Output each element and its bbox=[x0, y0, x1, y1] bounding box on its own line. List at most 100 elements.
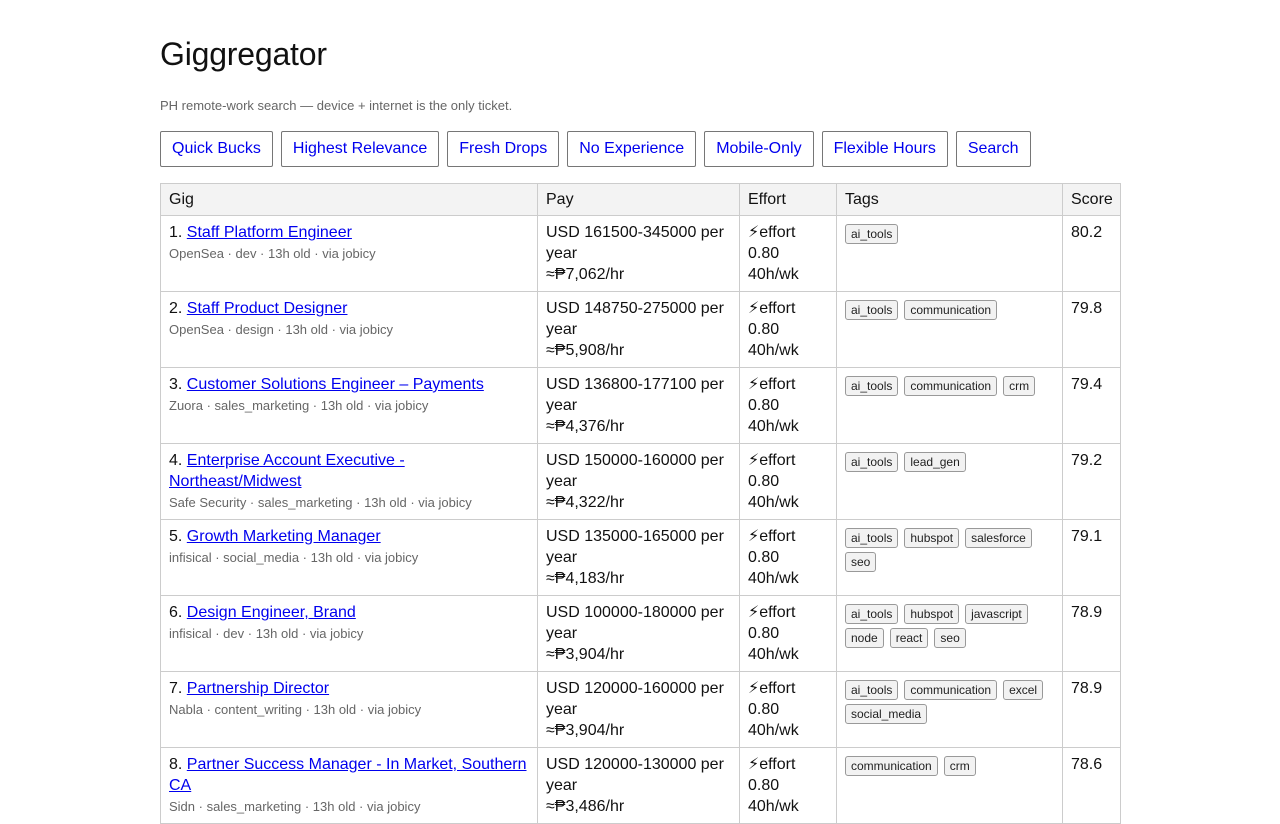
column-header-gig: Gig bbox=[160, 183, 538, 216]
flexible-hours-button[interactable]: Flexible Hours bbox=[821, 131, 948, 167]
effort-value: ⚡effort 0.80 bbox=[748, 680, 796, 718]
gig-rank: 6. bbox=[169, 604, 183, 621]
gig-title: 8. Partner Success Manager - In Market, … bbox=[169, 754, 529, 796]
tag-list: ai_tools lead_gen bbox=[845, 450, 1054, 472]
score-cell: 79.4 bbox=[1062, 367, 1121, 444]
tag-badge: communication bbox=[904, 680, 998, 700]
gig-title: 3. Customer Solutions Engineer – Payment… bbox=[169, 374, 529, 395]
gig-link[interactable]: Customer Solutions Engineer – Payments bbox=[187, 376, 484, 393]
tag-list: ai_tools hubspot salesforce seo bbox=[845, 526, 1054, 572]
tag-badge: ai_tools bbox=[845, 300, 899, 320]
gig-link[interactable]: Partner Success Manager - In Market, Sou… bbox=[169, 756, 527, 794]
tag-list: ai_tools communication bbox=[845, 298, 1054, 320]
highest-relevance-button[interactable]: Highest Relevance bbox=[280, 131, 440, 167]
hours-value: 40h/wk bbox=[748, 798, 799, 815]
fresh-drops-button[interactable]: Fresh Drops bbox=[447, 131, 560, 167]
tag-badge: communication bbox=[904, 376, 998, 396]
pay-cell: USD 136800-177100 per year ≈₱4,376/hr bbox=[537, 367, 740, 444]
tag-badge: communication bbox=[904, 300, 998, 320]
score-cell: 79.8 bbox=[1062, 291, 1121, 368]
gig-link[interactable]: Staff Platform Engineer bbox=[187, 224, 352, 241]
gig-cell: 8. Partner Success Manager - In Market, … bbox=[160, 747, 538, 824]
table-header-row: Gig Pay Effort Tags Score bbox=[160, 183, 1121, 216]
results-table: Gig Pay Effort Tags Score 1. Staff Platf… bbox=[160, 183, 1121, 824]
tag-badge: ai_tools bbox=[845, 376, 899, 396]
score-cell: 79.1 bbox=[1062, 519, 1121, 596]
pay-hourly: ≈₱3,486/hr bbox=[546, 798, 625, 815]
gig-link[interactable]: Enterprise Account Executive - Northeast… bbox=[169, 452, 405, 490]
gig-cell: 4. Enterprise Account Executive - Northe… bbox=[160, 443, 538, 520]
search-button[interactable]: Search bbox=[955, 131, 1031, 167]
pay-cell: USD 148750-275000 per year ≈₱5,908/hr bbox=[537, 291, 740, 368]
gig-cell: 7. Partnership Director Nabla · content_w… bbox=[160, 671, 538, 748]
pay-cell: USD 100000-180000 per year ≈₱3,904/hr bbox=[537, 595, 740, 672]
tag-badge: hubspot bbox=[904, 528, 960, 548]
page-subtitle: PH remote-work search — device + interne… bbox=[160, 98, 513, 113]
gig-cell: 2. Staff Product Designer OpenSea · desig… bbox=[160, 291, 538, 368]
gig-link[interactable]: Design Engineer, Brand bbox=[187, 604, 356, 621]
pay-cell: USD 161500-345000 per year ≈₱7,062/hr bbox=[537, 215, 740, 292]
tags-cell: ai_tools communication bbox=[836, 291, 1063, 368]
hours-value: 40h/wk bbox=[748, 646, 799, 663]
pay-hourly: ≈₱3,904/hr bbox=[546, 722, 625, 739]
tags-cell: ai_tools hubspot salesforce seo bbox=[836, 519, 1063, 596]
table-row: 5. Growth Marketing Manager infisical · s… bbox=[160, 519, 1121, 596]
gig-title: 6. Design Engineer, Brand bbox=[169, 602, 529, 623]
tag-list: communication crm bbox=[845, 754, 1054, 776]
tag-badge: ai_tools bbox=[845, 680, 899, 700]
mobile-only-button[interactable]: Mobile-Only bbox=[704, 131, 814, 167]
tag-list: ai_tools communication crm bbox=[845, 374, 1054, 396]
gig-meta: OpenSea · design · 13h old · via jobicy bbox=[169, 322, 394, 337]
pay-cell: USD 150000-160000 per year ≈₱4,322/hr bbox=[537, 443, 740, 520]
page-title: Giggregator bbox=[160, 36, 327, 72]
tag-badge: ai_tools bbox=[845, 224, 899, 244]
no-experience-button[interactable]: No Experience bbox=[567, 131, 697, 167]
pay-range: USD 150000-160000 per year bbox=[546, 452, 724, 490]
table-row: 3. Customer Solutions Engineer – Payment… bbox=[160, 367, 1121, 444]
tag-badge: react bbox=[889, 628, 929, 648]
column-header-pay: Pay bbox=[537, 183, 740, 216]
table-row: 4. Enterprise Account Executive - Northe… bbox=[160, 443, 1121, 520]
tag-list: ai_tools hubspot javascript node react seo bbox=[845, 602, 1054, 648]
column-header-tags: Tags bbox=[836, 183, 1063, 216]
tags-cell: ai_tools communication excel social_media bbox=[836, 671, 1063, 748]
pay-range: USD 135000-165000 per year bbox=[546, 528, 724, 566]
tag-badge: communication bbox=[845, 756, 938, 776]
effort-cell: ⚡effort 0.80 40h/wk bbox=[739, 215, 837, 292]
tag-badge: salesforce bbox=[965, 528, 1032, 548]
quick-bucks-button[interactable]: Quick Bucks bbox=[160, 131, 273, 167]
pay-cell: USD 120000-160000 per year ≈₱3,904/hr bbox=[537, 671, 740, 748]
pay-range: USD 100000-180000 per year bbox=[546, 604, 724, 642]
pay-hourly: ≈₱7,062/hr bbox=[546, 266, 625, 283]
pay-range: USD 120000-130000 per year bbox=[546, 756, 724, 794]
table-row: 6. Design Engineer, Brand infisical · dev… bbox=[160, 595, 1121, 672]
tag-badge: ai_tools bbox=[845, 528, 899, 548]
gig-rank: 3. bbox=[169, 376, 183, 393]
table-row: 8. Partner Success Manager - In Market, … bbox=[160, 747, 1121, 824]
gig-title: 5. Growth Marketing Manager bbox=[169, 526, 529, 547]
effort-cell: ⚡effort 0.80 40h/wk bbox=[739, 291, 837, 368]
gig-link[interactable]: Partnership Director bbox=[187, 680, 329, 697]
gig-rank: 8. bbox=[169, 756, 183, 773]
tag-badge: hubspot bbox=[904, 604, 960, 624]
pay-hourly: ≈₱3,904/hr bbox=[546, 646, 625, 663]
table-row: 2. Staff Product Designer OpenSea · desig… bbox=[160, 291, 1121, 368]
gig-meta: Sidn · sales_marketing · 13h old · via j… bbox=[169, 799, 421, 814]
pay-cell: USD 120000-130000 per year ≈₱3,486/hr bbox=[537, 747, 740, 824]
effort-value: ⚡effort 0.80 bbox=[748, 452, 796, 490]
gig-link[interactable]: Growth Marketing Manager bbox=[187, 528, 381, 545]
score-cell: 78.9 bbox=[1062, 595, 1121, 672]
tags-cell: ai_tools communication crm bbox=[836, 367, 1063, 444]
gig-link[interactable]: Staff Product Designer bbox=[187, 300, 348, 317]
pay-hourly: ≈₱5,908/hr bbox=[546, 342, 625, 359]
pay-range: USD 120000-160000 per year bbox=[546, 680, 724, 718]
pay-range: USD 136800-177100 per year bbox=[546, 376, 724, 414]
tag-badge: ai_tools bbox=[845, 604, 899, 624]
pay-hourly: ≈₱4,183/hr bbox=[546, 570, 625, 587]
effort-value: ⚡effort 0.80 bbox=[748, 376, 796, 414]
hours-value: 40h/wk bbox=[748, 570, 799, 587]
tag-badge: crm bbox=[943, 756, 976, 776]
gig-meta: Zuora · sales_marketing · 13h old · via … bbox=[169, 398, 429, 413]
hours-value: 40h/wk bbox=[748, 418, 799, 435]
hours-value: 40h/wk bbox=[748, 494, 799, 511]
